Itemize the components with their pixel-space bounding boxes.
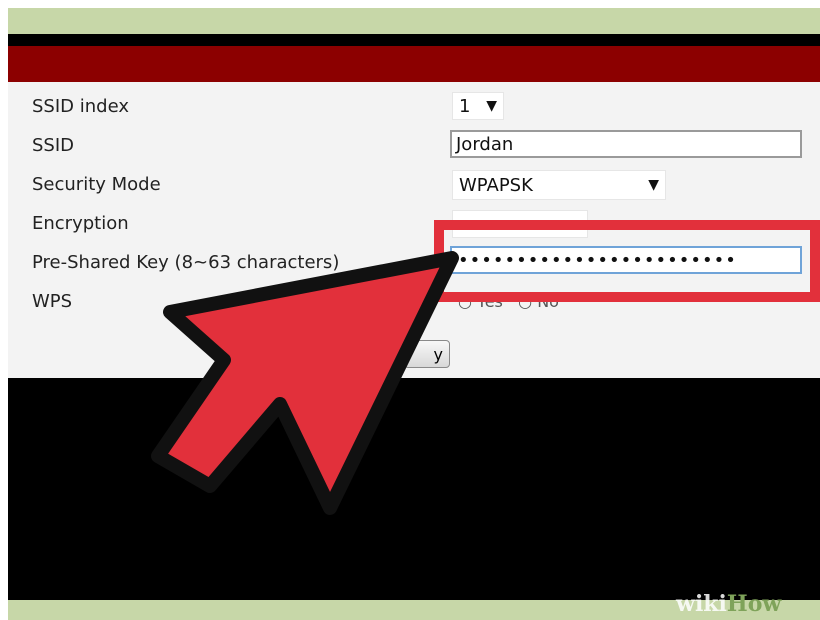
watermark-part2: How	[726, 591, 782, 617]
pointer-arrow-icon	[151, 251, 459, 515]
watermark-part1: wiki	[676, 591, 727, 617]
wikihow-watermark: wiki How	[676, 588, 820, 620]
